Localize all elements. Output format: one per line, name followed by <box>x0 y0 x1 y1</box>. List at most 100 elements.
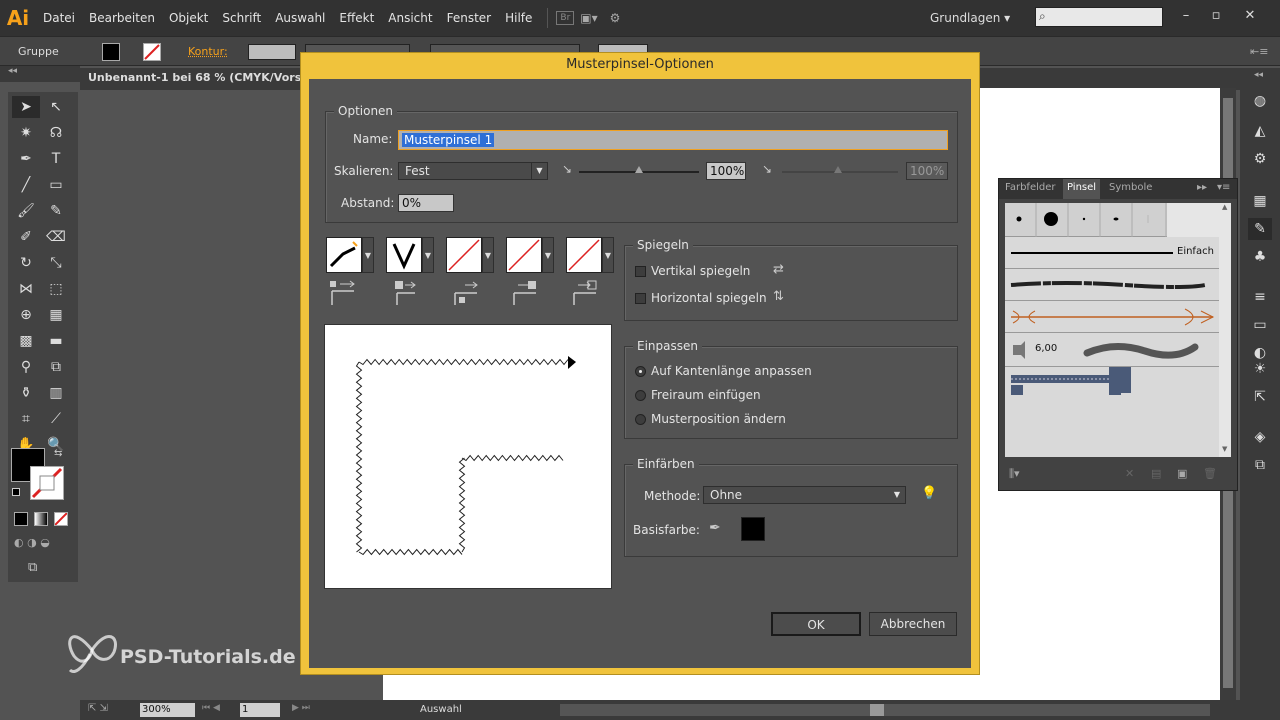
tab-swatches[interactable]: Farbfelder <box>1005 182 1055 193</box>
gradient-tool-icon[interactable]: ▬ <box>42 330 70 352</box>
brush-options-icon[interactable]: ▤ <box>1151 467 1161 480</box>
brush-arrow-art[interactable] <box>1005 301 1219 333</box>
outer-corner-tile-dropdown[interactable]: ▼ <box>422 237 434 273</box>
rectangle-tool-icon[interactable]: ▭ <box>42 174 70 196</box>
arrange-documents-icon[interactable]: ▣▾ <box>574 11 603 25</box>
color-panel-icon[interactable]: ◍ <box>1248 90 1272 112</box>
menu-objekt[interactable]: Objekt <box>162 0 215 36</box>
end-tile-box[interactable] <box>566 237 602 273</box>
document-tab[interactable]: Unbenannt-1 bei 68 % (CMYK/Vorschau) <box>88 71 336 84</box>
toolbar-collapse-strip[interactable]: ◂◂ <box>0 66 80 82</box>
appearance-panel-icon[interactable]: ⚙ <box>1248 148 1272 170</box>
paintbrush-tool-icon[interactable]: 🖌 <box>12 200 40 222</box>
brush-charcoal[interactable] <box>1005 269 1219 301</box>
artboard-number-field[interactable]: 1 <box>240 703 280 717</box>
none-mode-icon[interactable] <box>54 512 68 526</box>
inner-corner-tile-dropdown[interactable]: ▼ <box>482 237 494 273</box>
line-tool-icon[interactable]: ╱ <box>12 174 40 196</box>
swap-colors-icon[interactable]: ⇆ <box>54 448 62 459</box>
selection-tool-icon[interactable]: ➤ <box>12 96 40 118</box>
brush-basic[interactable]: Einfach <box>1005 237 1219 269</box>
horizontal-scrollbar[interactable] <box>560 704 1210 716</box>
base-color-swatch[interactable] <box>741 517 765 541</box>
magic-wand-tool-icon[interactable]: ✷ <box>12 122 40 144</box>
menu-bearbeiten[interactable]: Bearbeiten <box>82 0 162 36</box>
shape-builder-tool-icon[interactable]: ⊕ <box>12 304 40 326</box>
workspace-switcher[interactable]: Grundlagen ▾ <box>930 8 1020 28</box>
scale-select[interactable]: Fest ▼ <box>398 162 548 180</box>
brush-library-icon[interactable]: ⫼▾ <box>1009 467 1020 481</box>
tab-symbols[interactable]: Symbole <box>1109 182 1152 193</box>
export-panel-icon[interactable]: ⇱ <box>1248 386 1272 408</box>
stroke-weight-field[interactable] <box>248 44 296 60</box>
default-colors-icon[interactable] <box>12 488 20 496</box>
flip-vertical-checkbox[interactable] <box>635 266 646 277</box>
outer-corner-tile-box[interactable] <box>386 237 422 273</box>
search-input[interactable]: ⌕ <box>1035 7 1163 27</box>
mesh-tool-icon[interactable]: ▩ <box>12 330 40 352</box>
side-tile-dropdown[interactable]: ▼ <box>362 237 374 273</box>
scale-percent-field[interactable]: 100% <box>706 162 746 180</box>
menu-datei[interactable]: Datei <box>36 0 82 36</box>
swatches-panel-icon[interactable]: ▦ <box>1248 190 1272 212</box>
next-artboard-icon[interactable]: ▶ ⏭ <box>292 703 310 713</box>
method-select[interactable]: Ohne ▼ <box>703 486 906 504</box>
maximize-button[interactable]: ▫ <box>1202 4 1230 28</box>
layers-panel-icon[interactable]: ◈ <box>1248 426 1272 448</box>
stroke-label[interactable]: Kontur: <box>188 45 228 58</box>
ok-button[interactable]: OK <box>771 612 861 636</box>
draw-mode-icons[interactable]: ◐ ◑ ◒ <box>14 536 68 550</box>
eyedropper-tool-icon[interactable]: ⚲ <box>12 356 40 378</box>
name-field[interactable]: Musterpinsel 1 <box>398 130 948 150</box>
bridge-icon[interactable]: Br <box>556 11 575 25</box>
stroke-swatch[interactable] <box>143 43 161 61</box>
gpu-performance-icon[interactable]: ⚙ <box>604 11 627 25</box>
eraser-tool-icon[interactable]: ⌫ <box>42 226 70 248</box>
tab-brushes[interactable]: Pinsel <box>1063 179 1101 199</box>
symbols-panel-icon[interactable]: ♣ <box>1248 246 1272 268</box>
lasso-tool-icon[interactable]: ☊ <box>42 122 70 144</box>
scrollbar-thumb[interactable] <box>870 704 884 716</box>
column-graph-tool-icon[interactable]: ▥ <box>42 382 70 404</box>
blend-tool-icon[interactable]: ⧉ <box>42 356 70 378</box>
start-tile-box[interactable] <box>506 237 542 273</box>
color-guide-panel-icon[interactable]: ◭ <box>1248 120 1272 142</box>
pen-tool-icon[interactable]: ✒ <box>12 148 40 170</box>
minimize-button[interactable]: – <box>1172 4 1200 28</box>
direct-selection-tool-icon[interactable]: ↖ <box>42 96 70 118</box>
perspective-grid-tool-icon[interactable]: ▦ <box>42 304 70 326</box>
scroll-up-icon[interactable]: ▲ <box>1222 203 1227 211</box>
remove-stroke-icon[interactable]: ✕ <box>1125 467 1134 480</box>
flip-horizontal-checkbox[interactable] <box>635 293 646 304</box>
menu-effekt[interactable]: Effekt <box>332 0 381 36</box>
collapse-icon[interactable]: ▸▸ <box>1197 182 1207 193</box>
expand-panels-icon[interactable]: ◂◂ <box>1254 70 1263 80</box>
menu-auswahl[interactable]: Auswahl <box>268 0 332 36</box>
side-tile-box[interactable] <box>326 237 362 273</box>
start-tile-dropdown[interactable]: ▼ <box>542 237 554 273</box>
fit-add-space-radio[interactable] <box>635 390 646 401</box>
tips-lightbulb-icon[interactable]: 💡 <box>921 486 937 501</box>
slice-tool-icon[interactable]: ⟋ <box>42 408 70 430</box>
new-brush-icon[interactable]: ▣ <box>1177 467 1187 480</box>
panel-menu-icon[interactable]: ⇤≡ <box>1250 45 1268 58</box>
color-mode-icon[interactable] <box>14 512 28 526</box>
brush-list-scrollbar[interactable]: ▲ ▼ <box>1219 203 1231 457</box>
artboards-panel-icon[interactable]: ⧉ <box>1248 454 1272 476</box>
zoom-level-field[interactable]: 300% <box>140 703 195 717</box>
stroke-panel-icon[interactable]: ≡ <box>1248 286 1272 308</box>
panel-menu-icon[interactable]: ▾≡ <box>1217 182 1230 193</box>
fill-swatch[interactable] <box>102 43 120 61</box>
free-transform-tool-icon[interactable]: ⬚ <box>42 278 70 300</box>
brush-bristle[interactable]: 6,00 <box>1005 333 1219 367</box>
gradient-panel-icon[interactable]: ▭ <box>1248 314 1272 336</box>
eyedropper-icon[interactable]: ✒ <box>709 520 721 536</box>
blob-brush-tool-icon[interactable]: ✐ <box>12 226 40 248</box>
end-tile-dropdown[interactable]: ▼ <box>602 237 614 273</box>
close-button[interactable]: ✕ <box>1236 4 1264 28</box>
screen-mode-icon[interactable]: ⧉ <box>28 560 48 575</box>
menu-fenster[interactable]: Fenster <box>440 0 499 36</box>
graphic-styles-panel-icon[interactable]: ☀ <box>1248 358 1272 380</box>
cancel-button[interactable]: Abbrechen <box>869 612 957 636</box>
type-tool-icon[interactable]: T <box>42 148 70 170</box>
